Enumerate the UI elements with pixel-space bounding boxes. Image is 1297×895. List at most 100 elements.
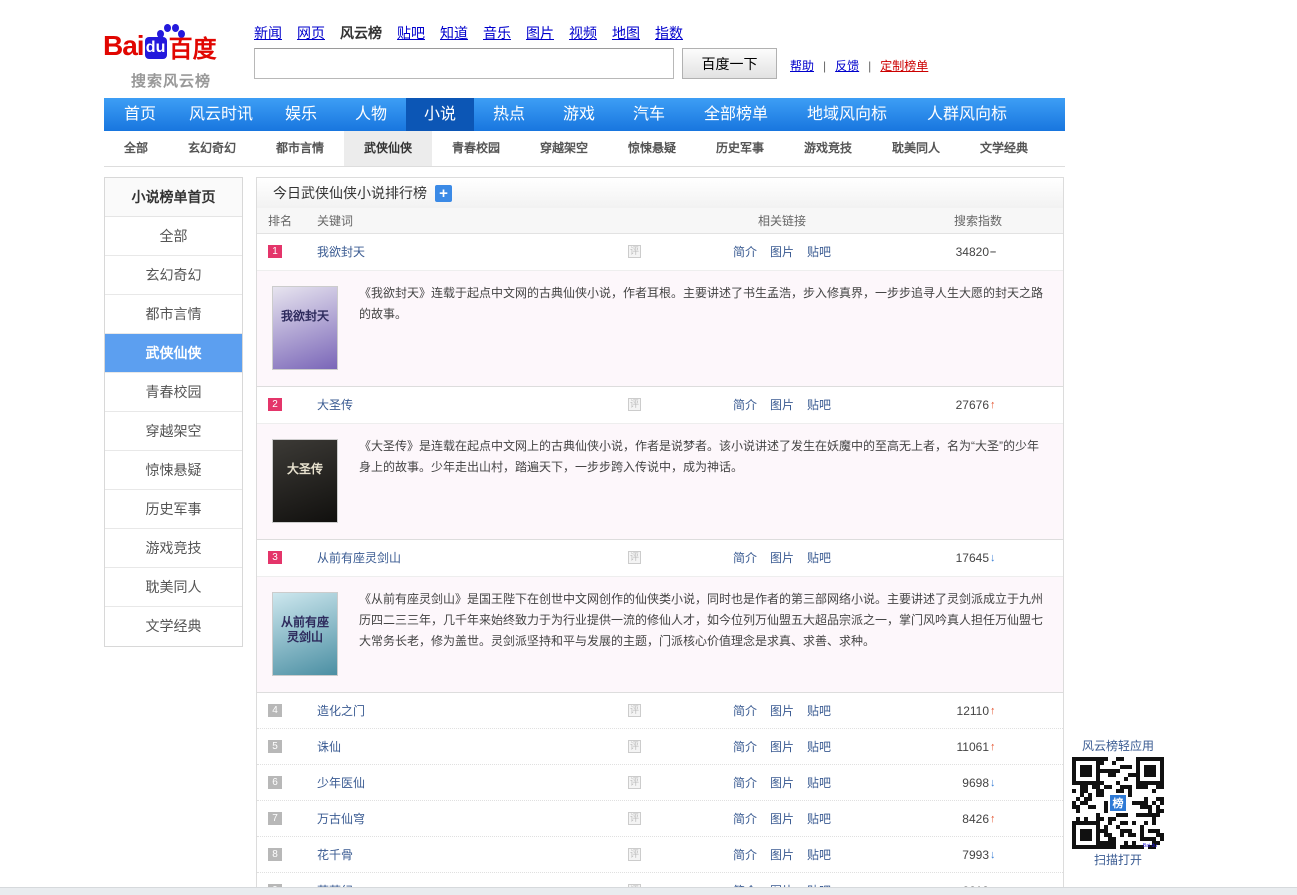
comment-icon[interactable]: 评 [628,245,641,258]
subnav-tab[interactable]: 文学经典 [960,131,1048,166]
tieba-link[interactable]: 贴吧 [807,729,831,765]
topnav-link[interactable]: 音乐 [483,23,511,43]
intro-link[interactable]: 简介 [733,387,757,423]
sidebar-title[interactable]: 小说榜单首页 [105,178,242,217]
subnav-tab[interactable]: 青春校园 [432,131,520,166]
tieba-link[interactable]: 贴吧 [807,693,831,729]
mainnav-tab[interactable]: 人物 [336,98,406,131]
keyword-link[interactable]: 造化之门 [317,693,365,729]
search-index-value: 9698 [962,776,989,790]
tieba-link[interactable]: 贴吧 [807,801,831,837]
keyword-link[interactable]: 诛仙 [317,729,341,765]
topnav-link[interactable]: 视频 [569,23,597,43]
topnav-link[interactable]: 贴吧 [397,23,425,43]
ranking-panel: 今日武侠仙侠小说排行榜 + 排名 关键词 相关链接 搜索指数 1 我欲封天评简介图… [256,177,1064,895]
keyword-link[interactable]: 从前有座灵剑山 [317,540,401,576]
image-link[interactable]: 图片 [770,540,794,576]
sidebar-item[interactable]: 全部 [105,217,242,256]
topnav-link[interactable]: 知道 [440,23,468,43]
subnav-tab[interactable]: 全部 [104,131,168,166]
intro-link[interactable]: 简介 [733,729,757,765]
sidebar-item[interactable]: 文学经典 [105,607,242,646]
tieba-link[interactable]: 贴吧 [807,540,831,576]
search-input[interactable] [254,48,674,79]
mainnav-tab[interactable]: 地域风向标 [788,98,906,131]
image-link[interactable]: 图片 [770,729,794,765]
topnav-link[interactable]: 网页 [297,23,325,43]
sidebar-item[interactable]: 耽美同人 [105,568,242,607]
help-link[interactable]: 帮助 [790,59,814,73]
feedback-link[interactable]: 反馈 [835,59,859,73]
subnav-tab[interactable]: 穿越架空 [520,131,608,166]
sidebar-item[interactable]: 游戏竞技 [105,529,242,568]
tieba-link[interactable]: 贴吧 [807,234,831,270]
mainnav-tab[interactable]: 风云时讯 [176,98,266,131]
comment-icon[interactable]: 评 [628,812,641,825]
comment-icon[interactable]: 评 [628,776,641,789]
book-cover-image[interactable]: 我欲封天 [272,286,338,370]
sidebar-item[interactable]: 玄幻奇幻 [105,256,242,295]
image-link[interactable]: 图片 [770,801,794,837]
sidebar-item[interactable]: 历史军事 [105,490,242,529]
subnav-tab[interactable]: 惊悚悬疑 [608,131,696,166]
keyword-link[interactable]: 花千骨 [317,837,353,873]
subnav-tab[interactable]: 武侠仙侠 [344,131,432,166]
book-cover-image[interactable]: 大圣传 [272,439,338,523]
image-link[interactable]: 图片 [770,693,794,729]
mainnav-tab[interactable]: 汽车 [614,98,684,131]
keyword-link[interactable]: 少年医仙 [317,765,365,801]
plus-icon[interactable]: + [435,184,452,202]
mainnav-tab[interactable]: 热点 [474,98,544,131]
subnav-tab[interactable]: 历史军事 [696,131,784,166]
subnav-tab[interactable]: 都市言情 [256,131,344,166]
mainnav-tab[interactable]: 小说 [406,98,474,131]
sidebar-item[interactable]: 都市言情 [105,295,242,334]
sidebar-item[interactable]: 穿越架空 [105,412,242,451]
image-link[interactable]: 图片 [770,234,794,270]
intro-link[interactable]: 简介 [733,540,757,576]
keyword-link[interactable]: 我欲封天 [317,234,365,270]
horizontal-scrollbar[interactable] [0,887,1297,895]
image-link[interactable]: 图片 [770,837,794,873]
sidebar-item[interactable]: 武侠仙侠 [105,334,242,373]
keyword-link[interactable]: 大圣传 [317,387,353,423]
custom-list-link[interactable]: 定制榜单 [880,59,928,73]
book-cover-image[interactable]: 从前有座灵剑山 [272,592,338,676]
intro-link[interactable]: 简介 [733,765,757,801]
topnav-link[interactable]: 地图 [612,23,640,43]
intro-link[interactable]: 简介 [733,801,757,837]
topnav-link[interactable]: 新闻 [254,23,282,43]
mainnav-tab[interactable]: 人群风向标 [906,98,1028,131]
mainnav-tab[interactable]: 首页 [104,98,176,131]
intro-link[interactable]: 简介 [733,837,757,873]
qr-title[interactable]: 风云榜轻应用 [1068,737,1168,755]
mainnav-tab[interactable]: 娱乐 [266,98,336,131]
subnav-tab[interactable]: 游戏竞技 [784,131,872,166]
intro-link[interactable]: 简介 [733,234,757,270]
tieba-link[interactable]: 贴吧 [807,387,831,423]
mainnav-tab[interactable]: 全部榜单 [684,98,788,131]
baidu-logo[interactable]: Bai du 百度 搜索风云榜 [103,24,243,90]
mainnav-tab[interactable]: 游戏 [544,98,614,131]
sidebar-item[interactable]: 惊悚悬疑 [105,451,242,490]
ranking-row: 3 从前有座灵剑山 评 简介 图片 贴吧 17645 ↓ [257,540,1063,576]
comment-icon[interactable]: 评 [628,740,641,753]
comment-icon[interactable]: 评 [628,398,641,411]
sidebar-item[interactable]: 青春校园 [105,373,242,412]
sidebar: 小说榜单首页 全部 玄幻奇幻 都市言情 武侠仙侠 青春校园 穿越架空 惊悚悬疑 历史军事 游戏竞… [104,177,243,647]
image-link[interactable]: 图片 [770,765,794,801]
image-link[interactable]: 图片 [770,387,794,423]
tieba-link[interactable]: 贴吧 [807,765,831,801]
qr-code[interactable]: 榜 Bai du [1072,757,1164,849]
comment-icon[interactable]: 评 [628,848,641,861]
subnav-tab[interactable]: 玄幻奇幻 [168,131,256,166]
topnav-link[interactable]: 指数 [655,23,683,43]
keyword-link[interactable]: 万古仙穹 [317,801,365,837]
intro-link[interactable]: 简介 [733,693,757,729]
comment-icon[interactable]: 评 [628,551,641,564]
subnav-tab[interactable]: 耽美同人 [872,131,960,166]
topnav-link[interactable]: 图片 [526,23,554,43]
search-button[interactable]: 百度一下 [682,48,777,79]
comment-icon[interactable]: 评 [628,704,641,717]
tieba-link[interactable]: 贴吧 [807,837,831,873]
